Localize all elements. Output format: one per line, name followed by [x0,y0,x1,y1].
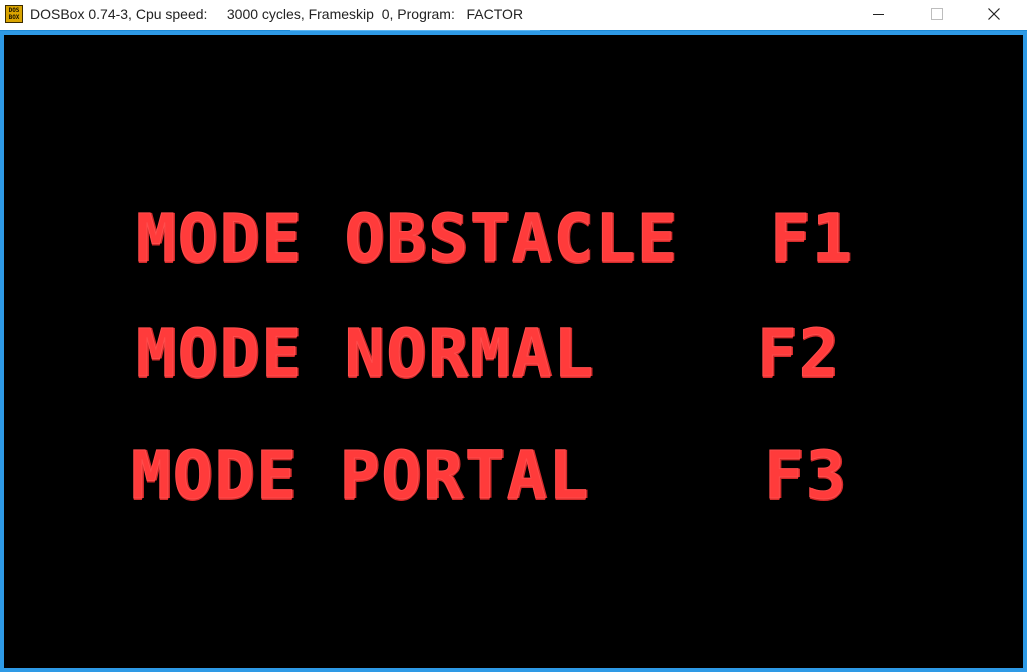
menu-item-normal-label: MODE NORMAL [135,315,596,392]
close-icon [988,8,1000,20]
title-bar[interactable]: DOS BOX DOSBox 0.74-3, Cpu speed: 3000 c… [0,0,1027,30]
menu-item-portal-label: MODE PORTAL [130,437,591,514]
window-title: DOSBox 0.74-3, Cpu speed: 3000 cycles, F… [30,6,524,22]
menu-item-obstacle-key: F1 [769,200,854,277]
dosbox-window: DOS BOX DOSBox 0.74-3, Cpu speed: 3000 c… [0,0,1027,672]
menu-item-portal-key: F3 [763,437,848,514]
maximize-button[interactable] [907,0,965,30]
minimize-button[interactable] [850,0,908,30]
menu-item-normal-key: F2 [756,315,841,392]
close-button[interactable] [965,0,1023,30]
dosbox-app-icon[interactable]: DOS BOX [5,5,23,23]
menu-item-obstacle-label: MODE OBSTACLE [136,200,679,277]
